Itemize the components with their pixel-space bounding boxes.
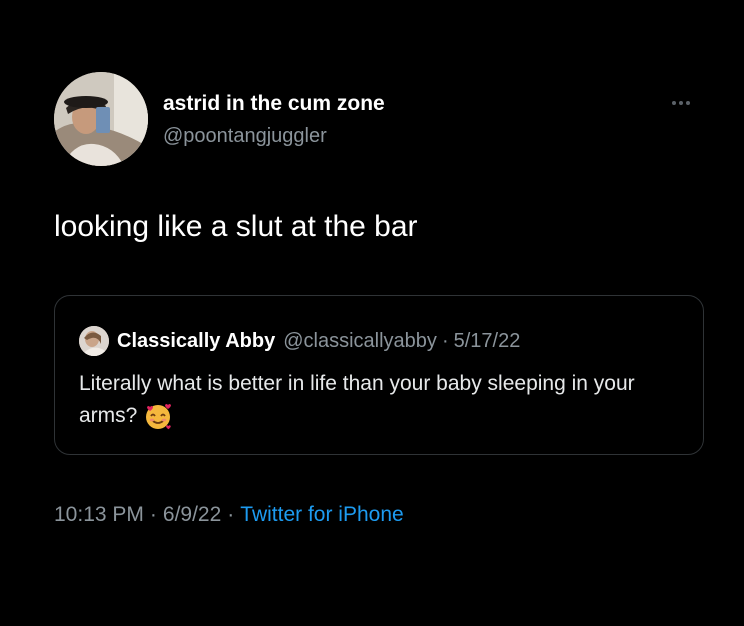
- tweet-source-link[interactable]: Twitter for iPhone: [240, 503, 403, 526]
- more-dot: [672, 101, 676, 105]
- author-handle[interactable]: @poontangjuggler: [163, 125, 327, 148]
- quoted-author-avatar[interactable]: [79, 326, 109, 356]
- quoted-author-handle[interactable]: @classicallyabby: [283, 330, 437, 353]
- author-display-name[interactable]: astrid in the cum zone: [163, 92, 385, 116]
- tweet: astrid in the cum zone @poontangjuggler …: [0, 0, 744, 626]
- meta-separator: ·: [227, 503, 235, 526]
- smiling-face-with-hearts-icon: [143, 401, 173, 431]
- quoted-author-name[interactable]: Classically Abby: [117, 330, 275, 353]
- quoted-date[interactable]: 5/17/22: [454, 330, 521, 353]
- tweet-time[interactable]: 10:13 PM: [54, 503, 144, 526]
- quoted-tweet-text: Literally what is better in life than yo…: [79, 368, 679, 432]
- tweet-date[interactable]: 6/9/22: [163, 503, 221, 526]
- quoted-tweet[interactable]: Classically Abby @classicallyabby · 5/17…: [54, 295, 704, 455]
- author-avatar[interactable]: [54, 72, 148, 166]
- tweet-meta: 10:13 PM · 6/9/22 · Twitter for iPhone: [54, 503, 404, 527]
- more-dot: [679, 101, 683, 105]
- tweet-text: looking like a slut at the bar: [54, 210, 418, 243]
- meta-separator: ·: [149, 503, 157, 526]
- quoted-separator: ·: [441, 329, 449, 352]
- more-dot: [686, 101, 690, 105]
- quoted-tweet-header: Classically Abby @classicallyabby · 5/17…: [79, 326, 520, 356]
- more-horizontal-icon[interactable]: [672, 96, 702, 110]
